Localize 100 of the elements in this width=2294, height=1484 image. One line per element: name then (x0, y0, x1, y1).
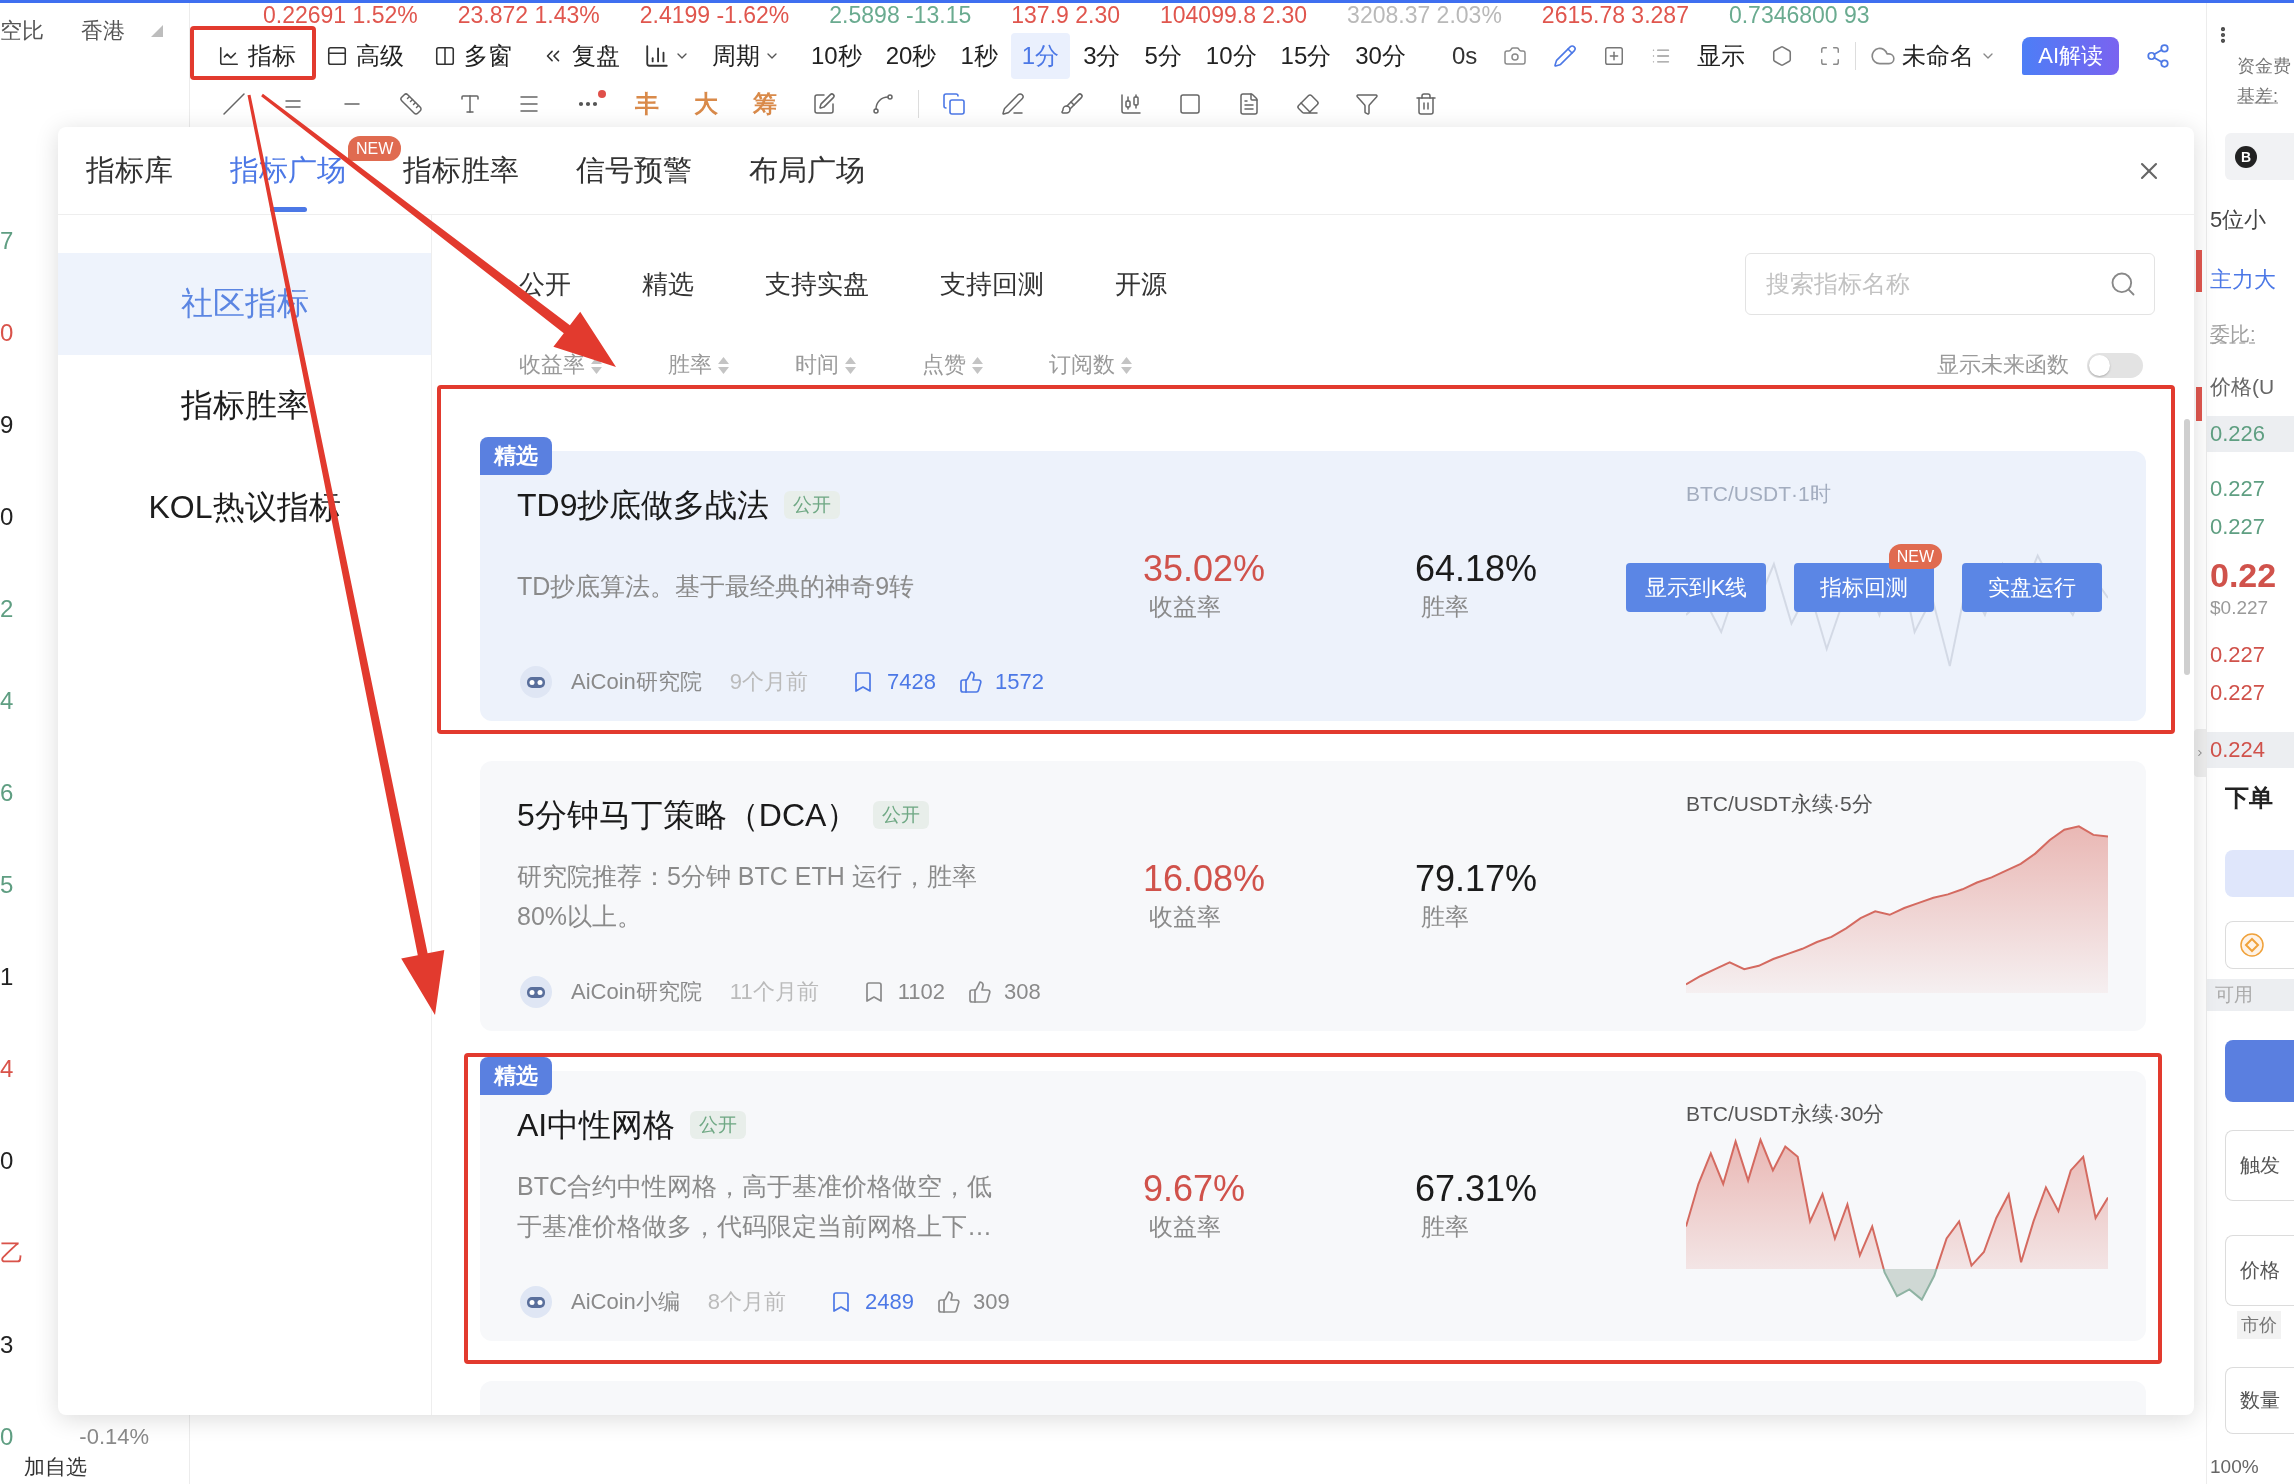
post-time: 11个月前 (729, 978, 819, 1006)
toolbar-button[interactable]: 高级 (320, 36, 410, 76)
ticker-quote: 0.22691 1.52% (263, 3, 418, 27)
order-panel-title: 下单 (2224, 783, 2274, 813)
stat-label: 收益率 (1148, 1212, 1222, 1242)
ticker-quote: 0.7346800 93 (1728, 3, 1870, 27)
filter-tab[interactable]: 精选 (642, 266, 694, 302)
available-label: 可用 (2207, 979, 2294, 1011)
edit-square-icon[interactable] (812, 92, 836, 116)
price-digit: 0 (0, 1148, 14, 1174)
curve-icon[interactable] (871, 92, 895, 116)
add-square-icon[interactable] (1603, 45, 1626, 67)
public-tag: 公开 (784, 491, 841, 519)
new-badge: NEW (1888, 544, 1942, 569)
filter-tab[interactable]: 开源 (1115, 266, 1167, 302)
pencil-icon[interactable] (1553, 44, 1578, 68)
candlestick-icon[interactable] (1119, 92, 1143, 116)
toggle-switch[interactable] (2087, 352, 2143, 378)
fullscreen-icon[interactable] (1819, 45, 1842, 67)
price-marker-icon (2196, 250, 2202, 292)
period-dropdown[interactable]: 周期 (712, 36, 780, 76)
ruler-icon[interactable] (399, 92, 423, 116)
share-icon[interactable] (2145, 43, 2172, 69)
coin-selector[interactable]: B (2225, 133, 2294, 180)
display-button[interactable]: 显示 (1697, 40, 1746, 72)
stat-value: 79.17% (1415, 858, 1539, 900)
thumbs-up-icon[interactable] (959, 670, 983, 694)
toggle-label: 显示未来函数 (1937, 351, 2069, 379)
text-icon[interactable] (458, 92, 482, 116)
dialog-tab[interactable]: 指标胜率 (403, 127, 519, 214)
scrollbar[interactable] (2184, 419, 2190, 675)
add-watchlist-link[interactable]: 加自选 (24, 1454, 87, 1480)
square-icon[interactable] (1178, 92, 1202, 116)
price-digit: 5 (0, 872, 14, 898)
market-price-tag[interactable]: 市价 (2237, 1311, 2281, 1339)
bookmark-count: 1102 (897, 978, 945, 1006)
price-digit: 6 (0, 780, 14, 806)
thumbs-up-icon[interactable] (937, 1290, 961, 1314)
stat-value: 16.08% (1143, 858, 1267, 900)
interval-tab[interactable]: 5分 (1133, 33, 1193, 79)
main-force-link[interactable]: 主力大 (2207, 262, 2294, 298)
filter-tab[interactable]: 支持回测 (940, 266, 1044, 302)
ai-button[interactable]: AI解读 (2022, 37, 2120, 75)
interval-tab[interactable]: 1秒 (949, 33, 1009, 79)
order-input-field[interactable]: 价格 (2225, 1235, 2294, 1306)
interval-tab[interactable]: 15分 (1269, 33, 1343, 79)
filter-icon[interactable] (1355, 92, 1379, 116)
post-time: 8个月前 (707, 1288, 787, 1316)
precision-dropdown[interactable]: 5位小 (2207, 202, 2294, 238)
pen-icon[interactable] (1001, 92, 1025, 116)
ratio-label: 委比: (2209, 322, 2257, 347)
filter-tab[interactable]: 支持实盘 (765, 266, 869, 302)
sidebar-item[interactable]: 指标胜率 (58, 355, 431, 457)
stat-label: 胜率 (1420, 592, 1470, 622)
toolbar-button[interactable]: 指标 (212, 36, 302, 76)
avatar-icon (520, 976, 552, 1008)
camera-icon[interactable] (1503, 44, 1528, 68)
avatar-icon (520, 1286, 552, 1318)
ticker-quote: 2615.78 3.287 (1541, 3, 1689, 27)
trash-icon[interactable] (1414, 92, 1438, 116)
order-book-price[interactable]: 0.227 (2207, 675, 2294, 711)
interval-tab[interactable]: 20秒 (874, 33, 948, 79)
order-book-price[interactable]: 0.227 (2207, 637, 2294, 673)
dialog-tab[interactable]: 布局广场 (749, 127, 865, 214)
search-field[interactable]: 搜索指标名称 (1745, 253, 2155, 315)
dialog-tab[interactable]: 指标库 (86, 127, 173, 214)
action-button[interactable]: 实盘运行 (1962, 563, 2102, 612)
toolbar-button[interactable]: 复盘 (536, 36, 626, 76)
card-title: TD9抄底做多战法 (517, 486, 770, 524)
price-digit: 乙 (0, 1240, 24, 1266)
bookmark-count: 2489 (865, 1288, 914, 1316)
market-label[interactable]: 香港 (81, 16, 125, 45)
search-icon[interactable] (2109, 270, 2137, 298)
quantity-field[interactable]: 数量 (2225, 1367, 2294, 1434)
thumbs-up-icon[interactable] (967, 980, 992, 1004)
interval-tab[interactable]: 10秒 (800, 33, 873, 79)
interval-tab[interactable]: 30分 (1344, 33, 1417, 79)
collapse-handle[interactable] (2194, 729, 2206, 777)
eraser-icon[interactable] (1296, 92, 1320, 116)
order-book-price[interactable]: 0.224 (2207, 732, 2294, 768)
indicator-card[interactable]: 5分钟马丁策略（DCA） 公开 研究院推荐：5分钟 BTC ETH 运行，胜率80%以上。 AiCoin研究院 11个月前 1102 308 16.08% 收益率 79.17% 胜率 BTC/USDT永续·5分 (480, 761, 2146, 1031)
diagonal-line-icon[interactable] (222, 92, 246, 116)
copy-icon[interactable] (942, 92, 966, 116)
toolbar-button[interactable]: 多窗 (428, 36, 518, 76)
bar-chart-icon[interactable] (644, 43, 670, 69)
action-button[interactable]: 显示到K线 (1626, 563, 1766, 612)
interval-tab[interactable]: 3分 (1072, 33, 1132, 79)
interval-tab[interactable]: 1分 (1010, 33, 1071, 79)
price-marker-icon (2196, 387, 2202, 421)
action-button[interactable]: 指标回测 (1794, 563, 1934, 612)
document-icon[interactable] (1237, 92, 1261, 116)
interval-tab[interactable]: 10分 (1194, 33, 1268, 79)
brush-icon[interactable] (1060, 92, 1084, 116)
layout-dropdown[interactable]: 未命名 (1870, 40, 1997, 72)
price-digit: 7 (0, 228, 14, 254)
dialog-tab[interactable]: 信号预警 (576, 127, 692, 214)
hexagon-icon[interactable] (1771, 45, 1794, 67)
order-input-field[interactable]: 触发 (2225, 1130, 2294, 1201)
stat-label: 收益率 (1148, 592, 1222, 622)
ticker-quote: 137.9 2.30 (1011, 3, 1120, 27)
